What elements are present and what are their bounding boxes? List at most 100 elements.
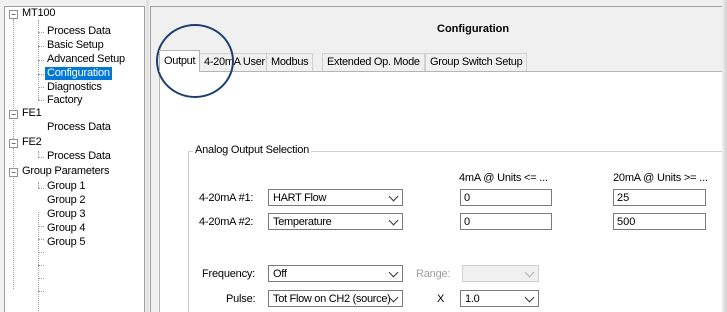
analog-output-group: Analog Output Selection 4mA @ Units <= .…	[188, 144, 727, 312]
tree-line	[38, 60, 44, 61]
tree-node-label: Group 3	[47, 208, 86, 220]
output-2-high-input[interactable]: 500	[613, 213, 706, 230]
output-2-label: 4-20mA #2:	[199, 216, 254, 228]
input-value: 0	[464, 192, 471, 204]
tab-group-switch-setup[interactable]: Group Switch Setup	[425, 53, 528, 71]
chevron-down-icon	[524, 267, 535, 278]
tree-line	[38, 46, 44, 47]
tree-line	[38, 74, 44, 75]
select-value: Off	[273, 268, 287, 280]
tree-node-label: Process Data	[47, 25, 111, 37]
collapse-toggle-icon[interactable]: −	[9, 139, 18, 148]
tree-node-label: Factory	[47, 94, 83, 106]
tree-line	[38, 291, 44, 292]
tree-node-label: FE1	[22, 107, 42, 119]
group-legend: Analog Output Selection	[193, 144, 312, 156]
tree-line	[38, 100, 44, 101]
window-edge	[722, 0, 727, 312]
output-1-high-input[interactable]: 25	[613, 189, 706, 206]
tree-line	[38, 278, 44, 279]
tree-node-label: Configuration	[45, 67, 112, 80]
tree-node-label: Diagnostics	[47, 81, 102, 93]
select-value: HART Flow	[273, 192, 327, 204]
tree-line	[38, 226, 44, 227]
input-value: 500	[617, 216, 636, 228]
tab-4-20ma-user[interactable]: 4-20mA User	[199, 53, 270, 71]
device-tree[interactable]: − MT100 Process Data Basic Setup Advance…	[4, 6, 145, 312]
range-label: Range:	[416, 268, 451, 280]
tab-extended-op-mode[interactable]: Extended Op. Mode	[322, 53, 425, 71]
pulse-select[interactable]: Tot Flow on CH2 (source)	[268, 290, 403, 307]
tree-line	[38, 265, 44, 266]
tree-line	[38, 239, 44, 240]
pulse-multiplier-select[interactable]: 1.0	[460, 290, 539, 307]
column-header-4ma: 4mA @ Units <= ...	[459, 172, 548, 184]
tree-item-group-2[interactable]: Group 2	[45, 194, 87, 207]
tree-node-fe2[interactable]: − FE2	[9, 136, 44, 149]
collapse-toggle-icon[interactable]: −	[9, 110, 18, 119]
tree-node-label: Group 4	[47, 222, 86, 234]
tree-node-label: Advanced Setup	[47, 53, 125, 65]
tree-item-group-4[interactable]: Group 4	[45, 222, 87, 235]
tree-node-label: Group 1	[47, 180, 86, 192]
tree-line	[38, 212, 39, 312]
tree-line	[38, 32, 44, 33]
output-1-low-input[interactable]: 0	[460, 189, 552, 206]
tree-item-process-data[interactable]: Process Data	[45, 25, 113, 38]
tree-line	[38, 87, 44, 88]
output-2-select[interactable]: Temperature	[268, 213, 403, 230]
app-window: − MT100 Process Data Basic Setup Advance…	[0, 0, 727, 312]
multiplier-x-label: X	[437, 293, 445, 305]
tree-node-label: Basic Setup	[47, 39, 104, 51]
select-value: 1.0	[465, 293, 480, 305]
select-value: Temperature	[273, 216, 332, 228]
tree-node-label: MT100	[22, 7, 56, 19]
tree-item-configuration[interactable]: Configuration	[45, 67, 112, 80]
tree-node-label: Group Parameters	[22, 165, 110, 177]
output-2-low-input[interactable]: 0	[460, 213, 552, 230]
configuration-panel: Configuration Output 4-20mA User Modbus …	[150, 6, 727, 312]
chevron-down-icon	[388, 267, 399, 278]
tree-item-group-5[interactable]: Group 5	[45, 236, 87, 249]
tree-line	[38, 252, 44, 253]
tree-item-diagnostics[interactable]: Diagnostics	[45, 81, 104, 94]
chevron-down-icon	[388, 191, 399, 202]
input-value: 25	[617, 192, 630, 204]
collapse-toggle-icon[interactable]: −	[9, 10, 18, 19]
tree-node-label: Group 2	[47, 194, 86, 206]
tree-node-label: Process Data	[47, 150, 111, 162]
output-1-select[interactable]: HART Flow	[268, 189, 403, 206]
tab-modbus[interactable]: Modbus	[266, 53, 314, 71]
tree-line	[38, 157, 44, 158]
page-title: Configuration	[437, 23, 510, 35]
tree-item-fe1-process-data[interactable]: Process Data	[45, 121, 113, 134]
collapse-toggle-icon[interactable]: −	[9, 168, 18, 177]
tree-line	[38, 188, 44, 189]
tree-line	[13, 19, 14, 289]
tree-node-label: Group 5	[47, 236, 86, 248]
tree-node-label: FE2	[22, 136, 42, 148]
input-value: 0	[464, 216, 471, 228]
tree-item-basic-setup[interactable]: Basic Setup	[45, 39, 106, 52]
tree-node-fe1[interactable]: − FE1	[9, 107, 44, 120]
tree-node-label: Process Data	[47, 121, 111, 133]
chevron-down-icon	[524, 292, 535, 303]
tree-item-advanced-setup[interactable]: Advanced Setup	[45, 53, 127, 66]
tree-item-factory[interactable]: Factory	[45, 94, 84, 107]
pane-splitter[interactable]	[146, 0, 149, 312]
frequency-label: Frequency:	[202, 268, 256, 280]
column-header-20ma: 20mA @ Units >= ...	[613, 172, 708, 184]
tab-output[interactable]: Output	[159, 50, 201, 72]
frequency-select[interactable]: Off	[268, 265, 403, 282]
tree-node-group-parameters[interactable]: − Group Parameters	[9, 165, 111, 178]
tree-item-group-1[interactable]: Group 1	[45, 180, 87, 193]
range-select[interactable]	[462, 265, 539, 282]
output-1-label: 4-20mA #1:	[199, 192, 254, 204]
tree-item-fe2-process-data[interactable]: Process Data	[45, 150, 113, 163]
pulse-label: Pulse:	[226, 293, 256, 305]
tree-node-mt100[interactable]: − MT100	[9, 7, 57, 20]
output-tab-page: Analog Output Selection 4mA @ Units <= .…	[159, 71, 727, 312]
tree-item-group-3[interactable]: Group 3	[45, 208, 87, 221]
select-value: Tot Flow on CH2 (source)	[273, 293, 391, 305]
chevron-down-icon	[388, 215, 399, 226]
